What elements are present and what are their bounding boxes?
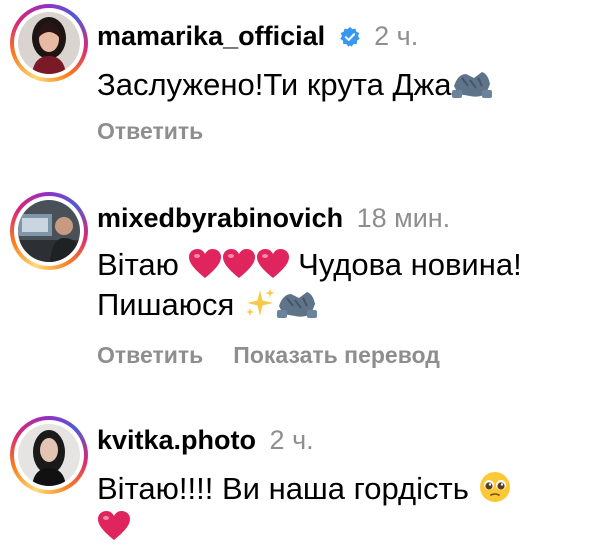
avatar-border (14, 8, 84, 78)
comment-text-part2: Чудова новина! (298, 247, 522, 282)
heart-emoji-icon (188, 248, 222, 289)
handshake-emoji-icon (451, 66, 492, 109)
avatar (18, 200, 80, 262)
heart-emoji-icon (97, 510, 131, 551)
comment-text-content: Вітаю!!!! Ви наша гордість (97, 471, 469, 506)
comment-text-part1: Вітаю (97, 247, 179, 282)
timestamp: 2 ч. (269, 425, 314, 455)
verified-badge-icon (339, 23, 361, 55)
username[interactable]: mamarika_official (97, 21, 325, 51)
avatar-story-ring[interactable] (10, 192, 88, 270)
heart-emoji-icon (222, 248, 256, 289)
avatar-border (14, 196, 84, 266)
comment-text: Вітаю Чудова новина! (97, 246, 522, 289)
comment-text-content: Заслужено!Ти крута Джа (97, 67, 452, 102)
pleading-face-emoji-icon (478, 470, 512, 513)
reply-button[interactable]: Ответить (97, 342, 203, 368)
comment-text-line2 (97, 508, 131, 551)
comment-text-line2: Пишаюся (97, 286, 317, 329)
comment-text: Заслужено!Ти крута Джа (97, 66, 492, 109)
show-translation-button[interactable]: Показать перевод (233, 342, 440, 368)
avatar (18, 12, 80, 74)
avatar-border (14, 420, 84, 490)
username[interactable]: kvitka.photo (97, 425, 256, 455)
reply-button[interactable]: Ответить (97, 118, 203, 144)
comment-text-part3: Пишаюся (97, 287, 235, 322)
heart-emoji-icon (256, 248, 290, 289)
comment-actions: Ответить Показать перевод (97, 340, 470, 370)
sparkles-emoji-icon (243, 286, 277, 329)
username[interactable]: mixedbyrabinovich (97, 203, 343, 233)
timestamp: 18 мин. (356, 203, 451, 233)
comment-actions: Ответить (97, 116, 233, 146)
avatar-story-ring[interactable] (10, 4, 88, 82)
comment-text: Вітаю!!!! Ви наша гордість (97, 470, 512, 513)
comment-header: mixedbyrabinovich 18 мин. (97, 202, 450, 234)
handshake-emoji-icon (276, 286, 317, 329)
avatar (18, 424, 80, 486)
comment-header: kvitka.photo 2 ч. (97, 424, 314, 456)
timestamp: 2 ч. (374, 21, 419, 51)
comment-header: mamarika_official 2 ч. (97, 20, 418, 55)
avatar-story-ring[interactable] (10, 416, 88, 494)
